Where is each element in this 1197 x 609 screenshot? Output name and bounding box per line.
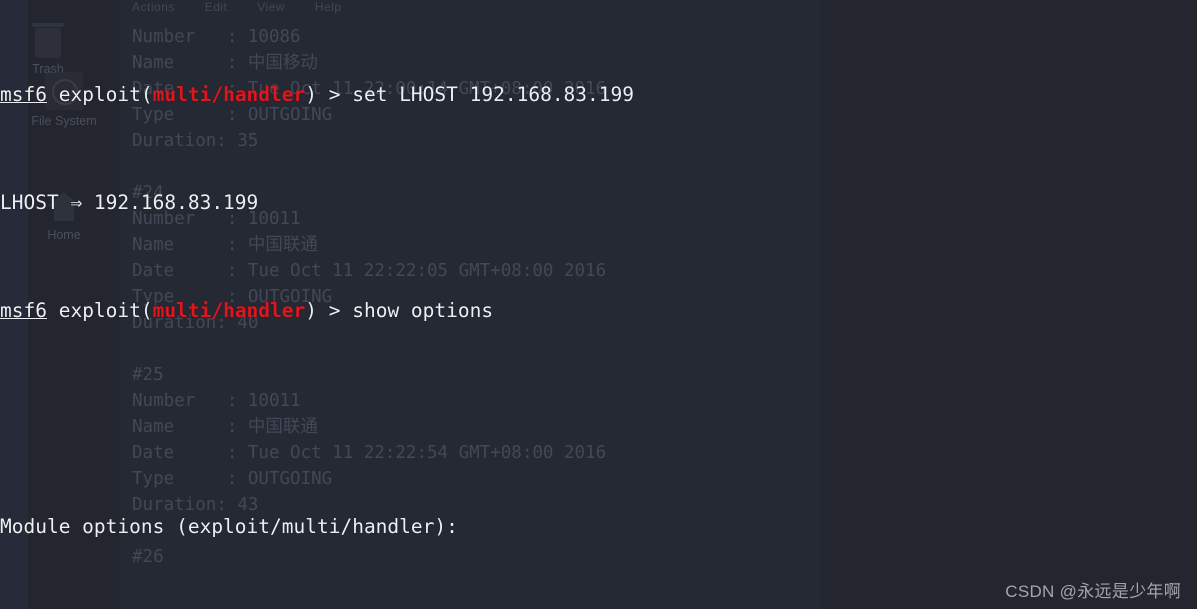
module-options-heading: Module options (exploit/multi/handler): <box>0 515 458 538</box>
prompt-module-name: multi/handler <box>152 299 306 322</box>
prompt-tail: ) > <box>305 299 353 322</box>
command-show-options: show options <box>352 299 494 322</box>
terminal-line-prompt-set-lhost: msf6 exploit(multi/handler) > set LHOST … <box>0 81 1197 108</box>
terminal-line-lhost-echo: LHOST ⇒ 192.168.83.199 <box>0 191 259 214</box>
prompt-tail: ) > <box>305 83 353 106</box>
prompt-msf6: msf6 <box>0 299 47 322</box>
command-set-lhost: set LHOST 192.168.83.199 <box>352 83 634 106</box>
prompt-msf6: msf6 <box>0 83 47 106</box>
terminal-output[interactable]: msf6 exploit(multi/handler) > set LHOST … <box>0 0 1197 609</box>
csdn-watermark: CSDN @永远是少年啊 <box>1005 582 1181 601</box>
prompt-module-name: multi/handler <box>152 83 306 106</box>
prompt-exploit-text: exploit( <box>46 299 153 322</box>
terminal-screenshot: Trash File System Home Actions Edit View… <box>0 0 1197 609</box>
prompt-exploit-text: exploit( <box>46 83 153 106</box>
terminal-line-prompt-show-options: msf6 exploit(multi/handler) > show optio… <box>0 297 1197 324</box>
